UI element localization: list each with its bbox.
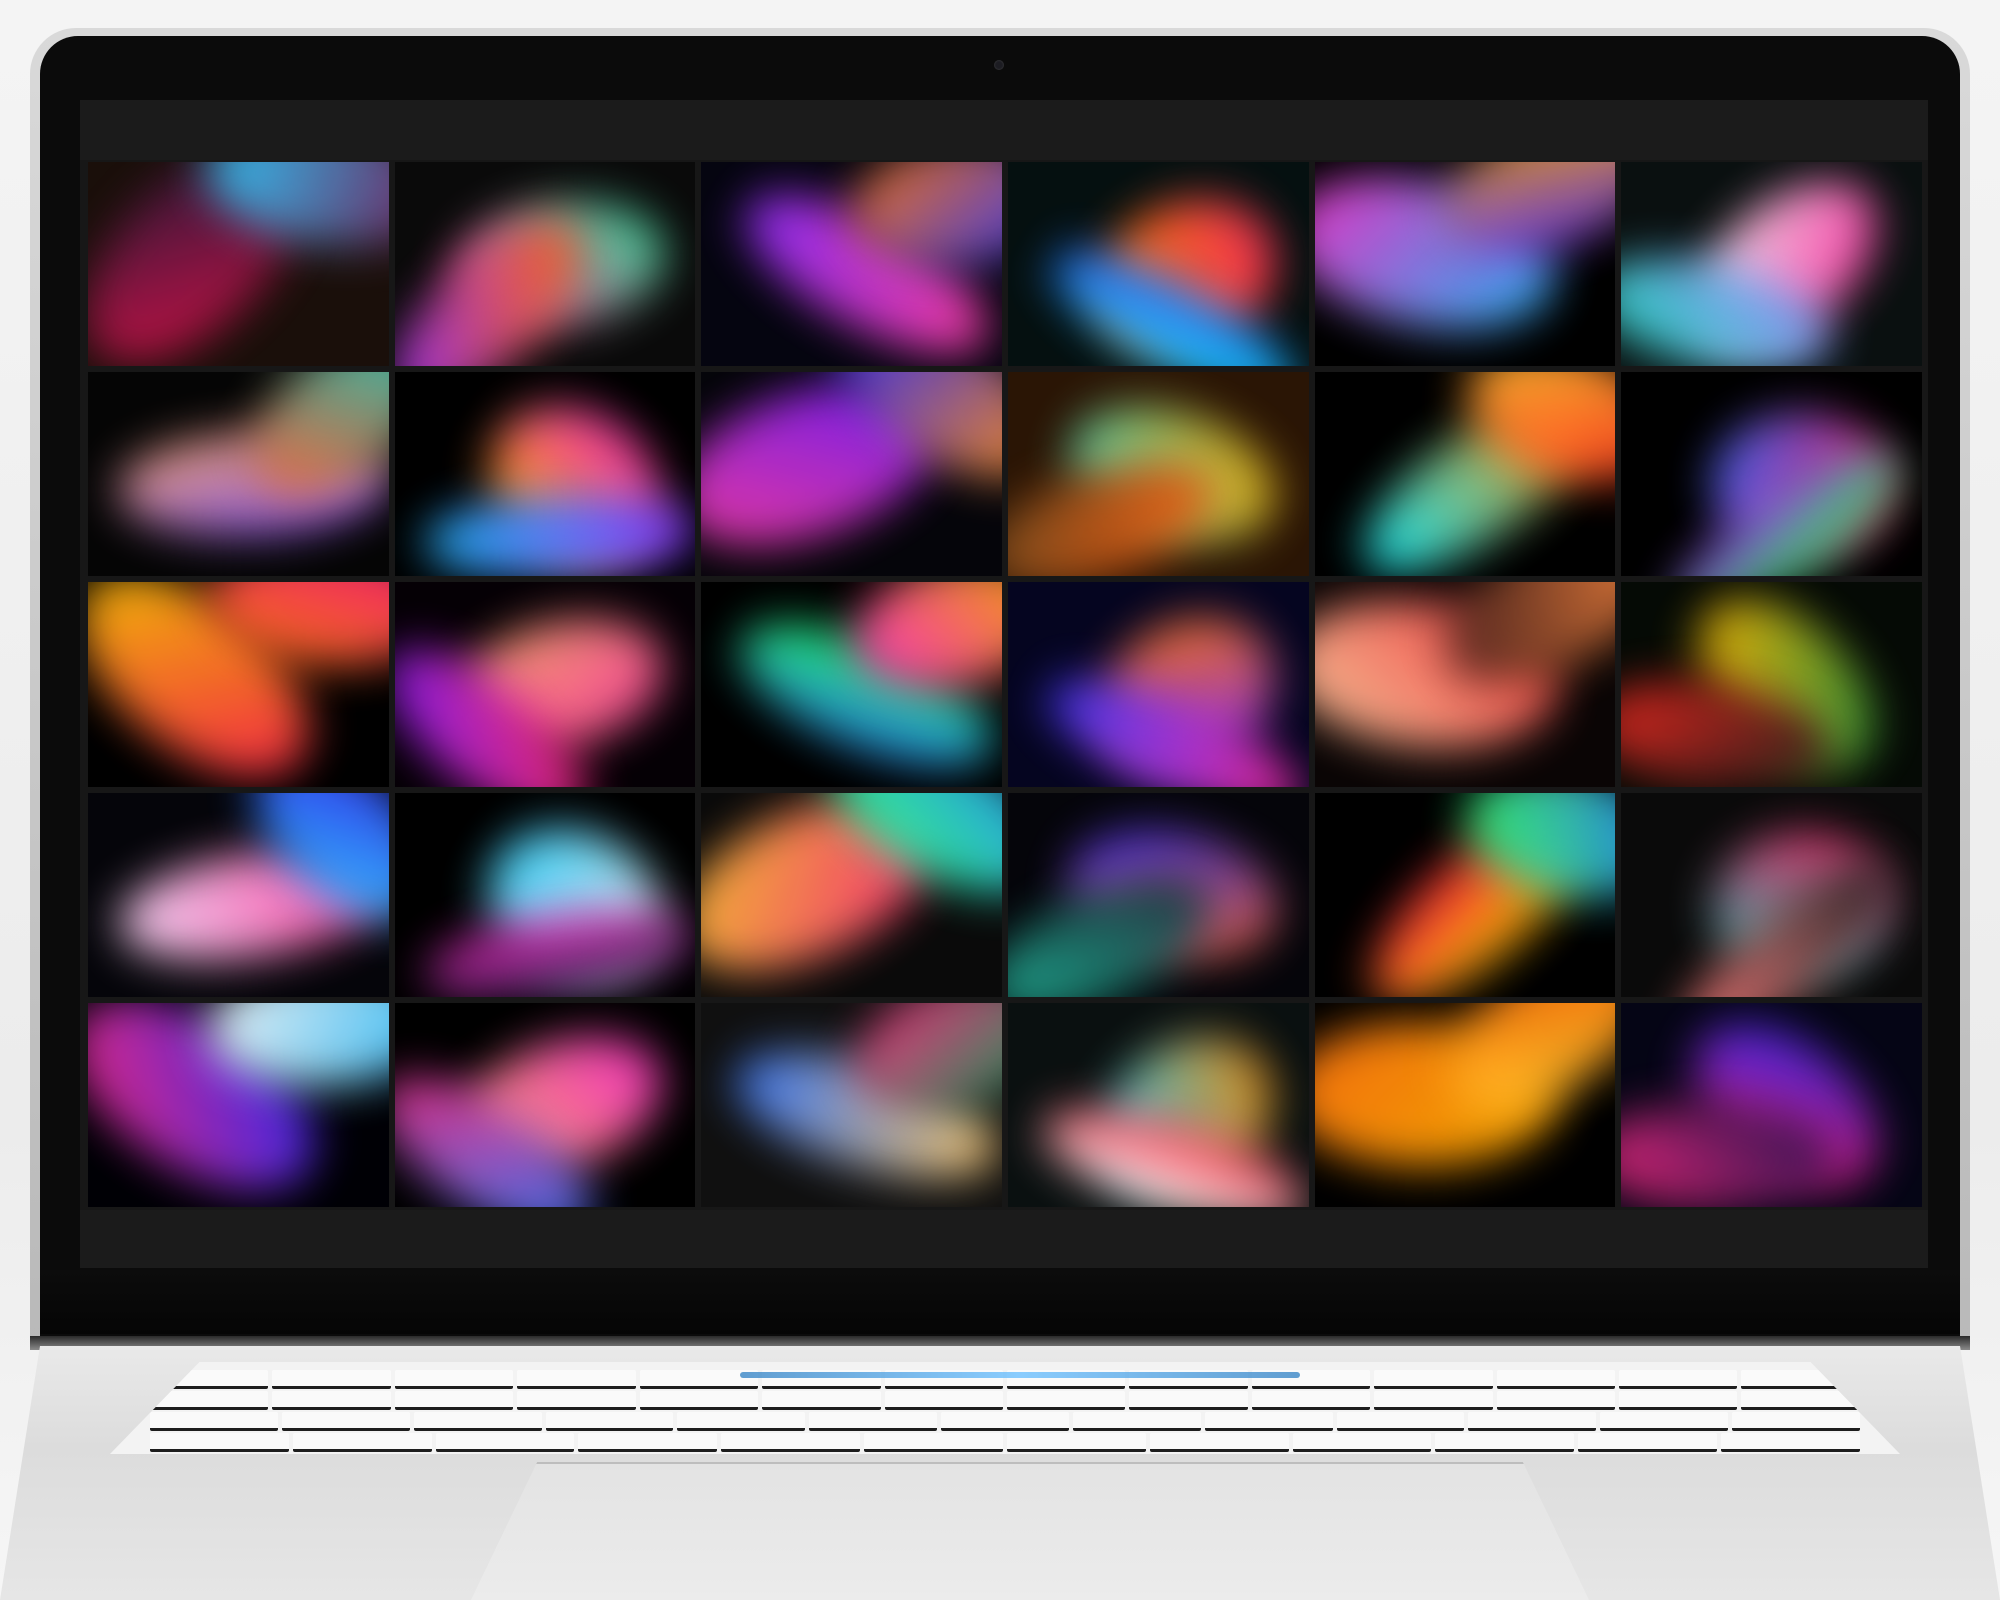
gallery-thumbnail[interactable] [701,792,1002,997]
keyboard-key[interactable] [809,1412,938,1431]
keyboard-key[interactable] [1072,1412,1201,1431]
gallery-thumbnail[interactable] [1621,582,1922,787]
image-gallery-grid [88,162,1922,1207]
keyboard-key[interactable] [1336,1412,1465,1431]
screen-bottom-bar [80,1210,1928,1268]
keyboard-key[interactable] [272,1370,391,1389]
keyboard-key[interactable] [517,1370,636,1389]
gallery-thumbnail[interactable] [394,582,696,787]
keyboard-key[interactable] [413,1412,542,1431]
gallery-thumbnail[interactable] [1007,582,1309,787]
touch-bar [740,1372,1300,1378]
keyboard-key[interactable] [1374,1370,1493,1389]
keyboard-key[interactable] [1374,1391,1493,1410]
keyboard-key[interactable] [292,1433,432,1452]
keyboard-key[interactable] [517,1391,636,1410]
gallery-thumbnail[interactable] [1314,162,1616,367]
keyboard-key[interactable] [1435,1433,1575,1452]
gallery-thumbnail[interactable] [1007,792,1309,997]
keyboard-key[interactable] [435,1433,575,1452]
keyboard-key[interactable] [1721,1433,1860,1452]
keyboard-key[interactable] [1468,1412,1597,1431]
gallery-thumbnail[interactable] [1007,372,1309,577]
gallery-thumbnail[interactable] [701,372,1002,577]
keyboard-key[interactable] [639,1391,759,1410]
gallery-thumbnail[interactable] [1314,792,1616,997]
keyboard-key[interactable] [1732,1412,1860,1431]
camera-icon [994,60,1004,70]
keyboard-key[interactable] [1496,1391,1616,1410]
keyboard-key[interactable] [1619,1370,1738,1389]
trackpad[interactable] [470,1462,1590,1600]
lower-bezel [40,1270,1960,1334]
keyboard-key[interactable] [1600,1412,1729,1431]
gallery-thumbnail[interactable] [88,372,389,577]
gallery-thumbnail[interactable] [394,372,696,577]
gallery-thumbnail[interactable] [701,582,1002,787]
gallery-thumbnail[interactable] [1621,162,1922,367]
keyboard-key[interactable] [281,1412,410,1431]
keyboard-key[interactable] [394,1391,514,1410]
gallery-thumbnail[interactable] [701,162,1002,367]
keyboard-key[interactable] [394,1370,514,1389]
gallery-thumbnail[interactable] [701,1002,1002,1207]
thumbnail-color-band [422,487,696,577]
keyboard-key[interactable] [1619,1391,1738,1410]
keyboard-key[interactable] [762,1391,881,1410]
keyboard-key[interactable] [1204,1412,1333,1431]
gallery-thumbnail[interactable] [1314,372,1616,577]
keyboard-key[interactable] [1496,1370,1616,1389]
keyboard-key[interactable] [941,1412,1069,1431]
keyboard-key[interactable] [677,1412,806,1431]
gallery-thumbnail[interactable] [88,582,389,787]
keyboard-key[interactable] [1578,1433,1718,1452]
keyboard-key[interactable] [721,1433,861,1452]
keyboard-key[interactable] [545,1412,674,1431]
gallery-thumbnail[interactable] [1007,162,1309,367]
scene [0,0,2000,1600]
gallery-thumbnail[interactable] [394,162,696,367]
keyboard-key[interactable] [1149,1433,1289,1452]
gallery-thumbnail[interactable] [1314,1002,1616,1207]
gallery-thumbnail[interactable] [1621,372,1922,577]
keyboard-key[interactable] [1006,1433,1146,1452]
keyboard-key[interactable] [1292,1433,1432,1452]
gallery-thumbnail[interactable] [1621,792,1922,997]
keyboard-key[interactable] [864,1433,1003,1452]
gallery-thumbnail[interactable] [394,1002,696,1207]
keyboard-key[interactable] [578,1433,718,1452]
gallery-thumbnail[interactable] [394,792,696,997]
keyboard-row [110,1412,1900,1431]
laptop-screen [80,100,1928,1268]
gallery-thumbnail[interactable] [88,792,389,997]
gallery-thumbnail[interactable] [1007,1002,1309,1207]
keyboard-key[interactable] [1006,1391,1126,1410]
keyboard-key[interactable] [1129,1391,1248,1410]
keyboard-row [110,1391,1900,1410]
gallery-thumbnail[interactable] [88,1002,389,1207]
keyboard-key[interactable] [1251,1391,1371,1410]
keyboard-key[interactable] [150,1433,289,1452]
gallery-thumbnail[interactable] [88,162,389,367]
keyboard-key[interactable] [272,1391,391,1410]
keyboard-key[interactable] [884,1391,1003,1410]
keyboard-row [110,1433,1900,1452]
gallery-thumbnail[interactable] [1621,1002,1922,1207]
keyboard-key[interactable] [150,1412,278,1431]
screen-top-bar [80,100,1928,160]
gallery-thumbnail[interactable] [1314,582,1616,787]
